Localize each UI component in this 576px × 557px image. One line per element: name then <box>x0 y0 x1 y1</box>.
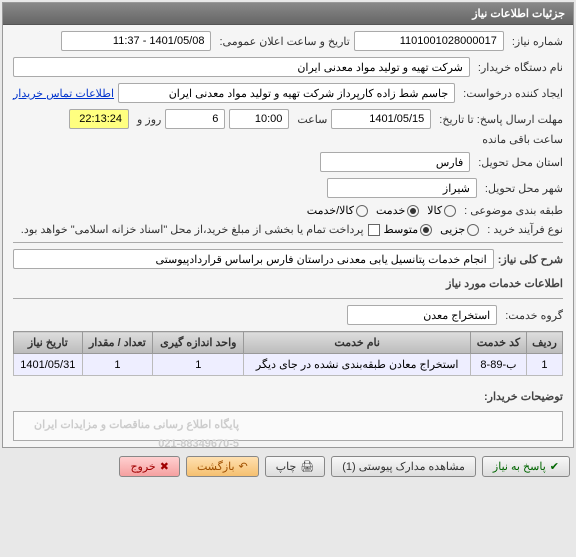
watermark-line1: پایگاه اطلاع رسانی مناقصات و مزایدات ایر… <box>34 419 239 431</box>
col-idx: ردیف <box>526 332 562 354</box>
panel-title: جزئیات اطلاعات نیاز <box>3 3 573 25</box>
org-label: نام دستگاه خریدار: <box>474 61 563 74</box>
divider <box>13 242 563 243</box>
buyer-notes-box: پایگاه اطلاع رسانی مناقصات و مزایدات ایر… <box>13 411 563 441</box>
countdown: 22:13:24 <box>69 109 129 129</box>
time-label: ساعت <box>293 113 327 126</box>
contact-link[interactable]: اطلاعات تماس خریدار <box>13 87 114 100</box>
group-field: استخراج معدن <box>347 305 497 325</box>
remaining-label: ساعت باقی مانده <box>478 133 563 146</box>
col-date: تاریخ نیاز <box>14 332 83 354</box>
province-label: استان محل تحویل: <box>474 156 563 169</box>
radio-small-label: جزیی <box>440 223 465 236</box>
cell-idx: 1 <box>526 354 562 376</box>
radio-both-label: کالا/خدمت <box>307 204 354 217</box>
buytype-radio-group: جزیی متوسط <box>384 223 480 236</box>
col-qty: تعداد / مقدار <box>82 332 153 354</box>
row-group: گروه خدمت: استخراج معدن <box>13 305 563 325</box>
back-button[interactable]: ↶بازگشت <box>186 456 259 477</box>
cell-name: استخراج معادن طبقه‌بندی نشده در جای دیگر <box>244 354 470 376</box>
days-sep: روز و <box>133 113 161 126</box>
deadline-time: 10:00 <box>229 109 289 129</box>
announce-field: 1401/05/08 - 11:37 <box>61 31 211 51</box>
radio-service[interactable]: خدمت <box>376 204 419 217</box>
requester-field: جاسم شط زاده کارپرداز شرکت تهیه و تولید … <box>118 83 455 103</box>
footer-bar: ✔پاسخ به نیاز مشاهده مدارک پیوستی (1) 🖨چ… <box>0 450 576 483</box>
buyer-notes-label: توضیحات خریدار: <box>484 388 563 405</box>
summary-label: شرح کلی نیاز: <box>498 251 563 268</box>
need-no-field: 1101001028000017 <box>354 31 504 51</box>
radio-both[interactable]: کالا/خدمت <box>307 204 368 217</box>
org-field: شرکت تهیه و تولید مواد معدنی ایران <box>13 57 470 77</box>
services-header: اطلاعات خدمات مورد نیاز <box>13 275 563 292</box>
deadline-label: مهلت ارسال پاسخ: تا تاریخ: <box>435 113 563 126</box>
print-icon: 🖨 <box>300 460 314 473</box>
radio-icon <box>407 205 419 217</box>
class-radio-group: کالا خدمت کالا/خدمت <box>307 204 456 217</box>
panel-body: شماره نیاز: 1101001028000017 تاریخ و ساع… <box>3 25 573 447</box>
services-table: ردیف کد خدمت نام خدمت واحد اندازه گیری ت… <box>13 331 563 376</box>
cell-qty: 1 <box>82 354 153 376</box>
cell-date: 1401/05/31 <box>14 354 83 376</box>
row-org: نام دستگاه خریدار: شرکت تهیه و تولید موا… <box>13 57 563 77</box>
radio-service-label: خدمت <box>376 204 405 217</box>
watermark: پایگاه اطلاع رسانی مناقصات و مزایدات ایر… <box>34 414 239 452</box>
need-no-label: شماره نیاز: <box>508 35 563 48</box>
row-deadline: مهلت ارسال پاسخ: تا تاریخ: 1401/05/15 سا… <box>13 109 563 146</box>
main-panel: جزئیات اطلاعات نیاز شماره نیاز: 11010010… <box>2 2 574 448</box>
radio-icon <box>420 224 432 236</box>
class-label: طبقه بندی موضوعی : <box>460 204 563 217</box>
col-unit: واحد اندازه گیری <box>153 332 244 354</box>
cell-unit: 1 <box>153 354 244 376</box>
row-buyer-notes: توضیحات خریدار: <box>13 388 563 405</box>
watermark-line2: 021-88349670-5 <box>158 438 239 450</box>
row-need-no: شماره نیاز: 1101001028000017 تاریخ و ساع… <box>13 31 563 51</box>
attachments-button[interactable]: مشاهده مدارک پیوستی (1) <box>331 456 476 477</box>
province-field: فارس <box>320 152 470 172</box>
announce-label: تاریخ و ساعت اعلان عمومی: <box>215 35 349 48</box>
exit-button[interactable]: ✖خروج <box>119 456 180 477</box>
respond-button[interactable]: ✔پاسخ به نیاز <box>482 456 570 477</box>
exit-icon: ✖ <box>160 460 169 473</box>
group-label: گروه خدمت: <box>501 309 563 322</box>
back-icon: ↶ <box>239 460 248 473</box>
days-left: 6 <box>165 109 225 129</box>
radio-medium-label: متوسط <box>384 223 419 236</box>
pay-note: پرداخت تمام یا بخشی از مبلغ خرید،از محل … <box>17 223 364 236</box>
radio-small[interactable]: جزیی <box>440 223 479 236</box>
row-province: استان محل تحویل: فارس <box>13 152 563 172</box>
requester-label: ایجاد کننده درخواست: <box>459 87 563 100</box>
city-label: شهر محل تحویل: <box>481 182 563 195</box>
row-buytype: نوع فرآیند خرید : جزیی متوسط پرداخت تمام… <box>13 223 563 236</box>
deadline-date: 1401/05/15 <box>331 109 431 129</box>
row-class: طبقه بندی موضوعی : کالا خدمت کالا/خدمت <box>13 204 563 217</box>
table-header-row: ردیف کد خدمت نام خدمت واحد اندازه گیری ت… <box>14 332 563 354</box>
col-code: کد خدمت <box>470 332 526 354</box>
buytype-label: نوع فرآیند خرید : <box>483 223 563 236</box>
radio-goods[interactable]: کالا <box>427 204 456 217</box>
table-row: 1 ب-89-8 استخراج معادن طبقه‌بندی نشده در… <box>14 354 563 376</box>
radio-icon <box>467 224 479 236</box>
radio-goods-label: کالا <box>427 204 442 217</box>
row-city: شهر محل تحویل: شیراز <box>13 178 563 198</box>
print-button[interactable]: 🖨چاپ <box>265 456 325 477</box>
city-field: شیراز <box>327 178 477 198</box>
radio-icon <box>444 205 456 217</box>
summary-field: انجام خدمات پتانسیل یابی معدنی دراستان ف… <box>13 249 494 269</box>
divider <box>13 298 563 299</box>
row-summary: شرح کلی نیاز: انجام خدمات پتانسیل یابی م… <box>13 249 563 269</box>
cell-code: ب-89-8 <box>470 354 526 376</box>
col-name: نام خدمت <box>244 332 470 354</box>
row-requester: ایجاد کننده درخواست: جاسم شط زاده کارپرد… <box>13 83 563 103</box>
radio-medium[interactable]: متوسط <box>384 223 433 236</box>
check-icon: ✔ <box>550 460 559 473</box>
radio-icon <box>356 205 368 217</box>
pay-checkbox[interactable] <box>368 224 380 236</box>
